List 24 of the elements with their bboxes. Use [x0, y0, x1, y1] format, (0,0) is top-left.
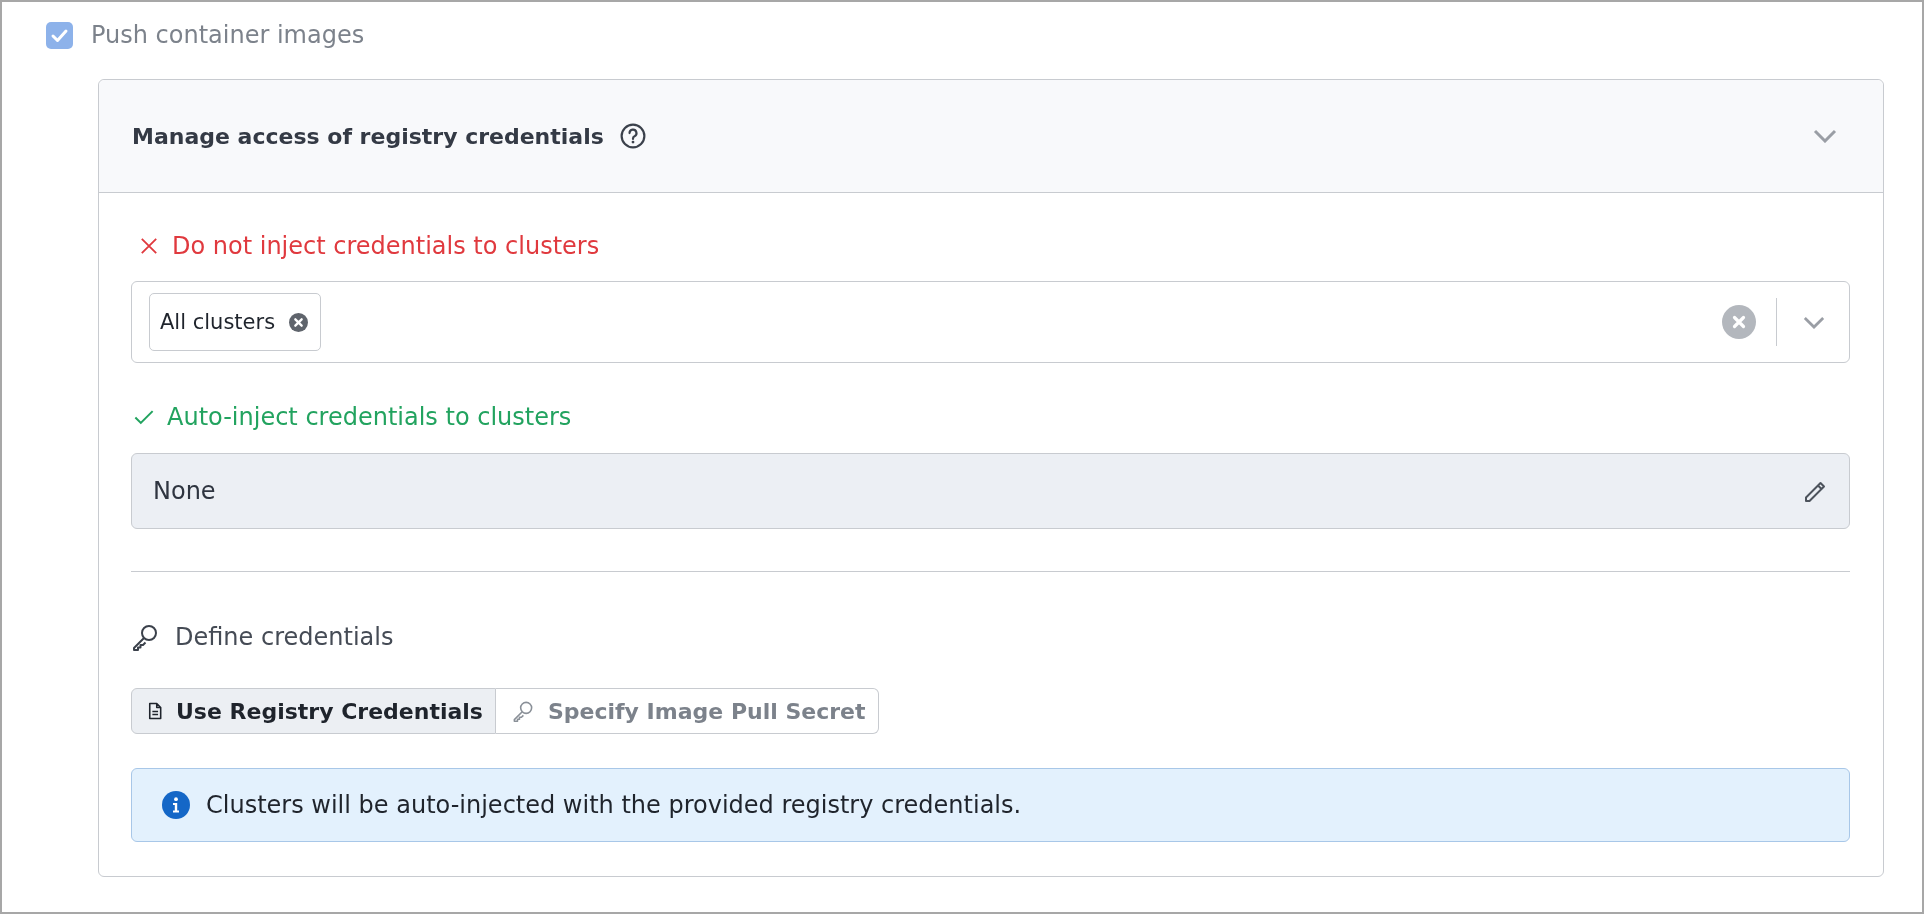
rule-label: Do not inject credentials to clusters: [172, 232, 600, 260]
section-label: Define credentials: [175, 623, 394, 651]
help-icon[interactable]: [619, 123, 646, 149]
key-icon: [511, 700, 534, 722]
toggle-button[interactable]: Specify Image Pull Secret: [495, 688, 879, 734]
info-icon: [162, 791, 190, 819]
chevron-icon[interactable]: [1813, 129, 1837, 143]
toggle-button[interactable]: Use Registry Credentials: [131, 688, 496, 734]
cluster-tag[interactable]: All clusters: [149, 293, 322, 351]
remove-icon[interactable]: [289, 312, 309, 332]
chevron-icon[interactable]: [1803, 315, 1825, 329]
cross-icon: [139, 237, 159, 255]
checkbox[interactable]: [46, 21, 73, 49]
cluster-field[interactable]: None: [131, 453, 1850, 529]
rule-label: Auto-inject credentials to clusters: [167, 403, 572, 431]
check-icon: [134, 408, 154, 426]
document-icon: [148, 702, 162, 720]
panel-header[interactable]: Manage access of registry credentials: [99, 80, 1883, 193]
checkbox-label: Push container images: [91, 21, 365, 49]
info-text: Clusters will be auto-injected with the provided registry credentials.: [206, 791, 1022, 819]
key-icon: [131, 623, 159, 651]
clear-icon[interactable]: [1722, 305, 1756, 339]
cluster-select[interactable]: All clusters: [131, 281, 1850, 363]
panel-title: Manage access of registry credentials: [132, 123, 604, 149]
